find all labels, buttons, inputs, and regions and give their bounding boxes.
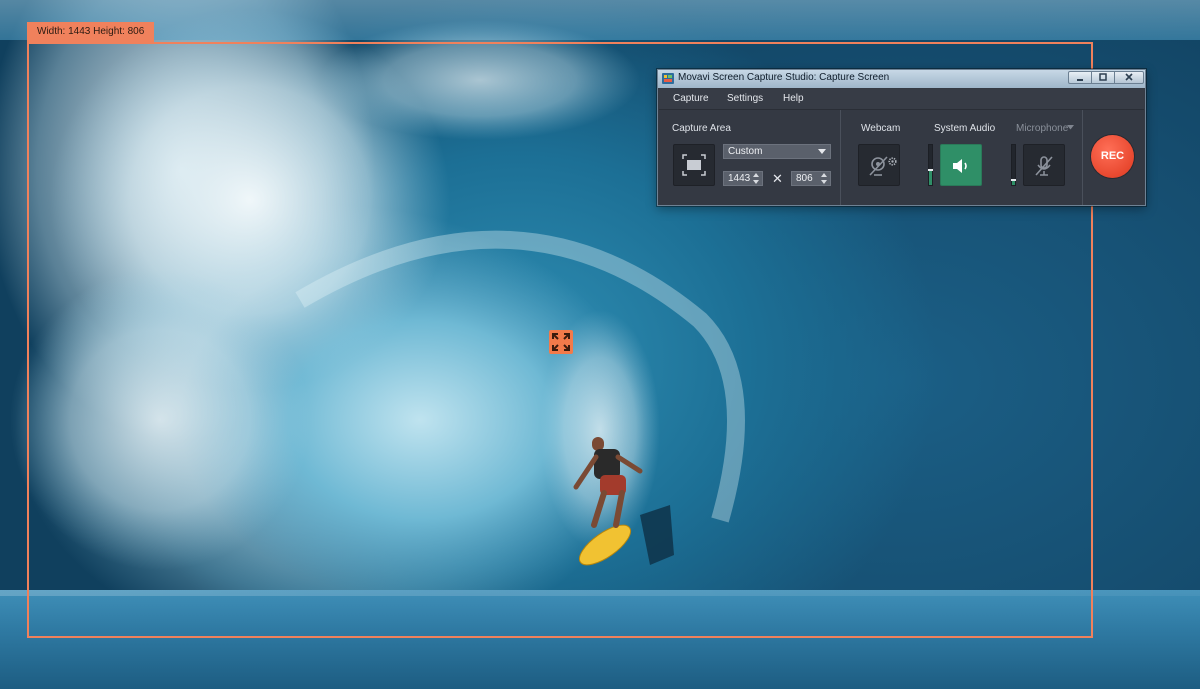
height-input[interactable]: 806	[791, 171, 831, 186]
microphone-level-meter[interactable]	[1011, 144, 1016, 186]
system-audio-volume-knob[interactable]	[928, 169, 933, 171]
spinner-arrows-icon[interactable]	[821, 173, 827, 184]
size-label: Width: 1443 Height: 806	[27, 22, 155, 42]
height-value: 806	[796, 173, 813, 184]
microphone-toggle[interactable]	[1023, 144, 1065, 186]
spinner-arrows-icon[interactable]	[753, 173, 759, 184]
microphone-off-icon	[1035, 156, 1053, 176]
minimize-button[interactable]	[1068, 71, 1092, 84]
title-bar[interactable]: Movavi Screen Capture Studio: Capture Sc…	[658, 70, 1145, 88]
webcam-label: Webcam	[861, 123, 901, 134]
capture-area-button[interactable]	[673, 144, 715, 186]
control-panel: Capture Area Custom 1443 ✕ 806 Webcam Sy…	[659, 110, 1144, 205]
capture-area-label: Capture Area	[672, 123, 731, 134]
system-audio-level-meter[interactable]	[928, 144, 933, 186]
close-button[interactable]	[1114, 71, 1144, 84]
minimize-icon	[1077, 79, 1083, 81]
microphone-label[interactable]: Microphone	[1016, 123, 1068, 134]
system-audio-toggle[interactable]	[940, 144, 982, 186]
dimension-separator: ✕	[772, 171, 783, 186]
menu-help[interactable]: Help	[783, 93, 804, 104]
screen-frame-icon	[682, 154, 706, 176]
window-title: Movavi Screen Capture Studio: Capture Sc…	[678, 72, 890, 83]
area-preset-select[interactable]: Custom	[723, 144, 831, 159]
menu-settings[interactable]: Settings	[727, 93, 763, 104]
webcam-off-icon	[869, 156, 888, 176]
recorder-window: Movavi Screen Capture Studio: Capture Sc…	[657, 69, 1146, 206]
expand-arrows-icon	[552, 333, 570, 351]
chevron-down-icon	[818, 149, 826, 154]
rec-button[interactable]: REC	[1091, 135, 1134, 178]
menu-bar: Capture Settings Help	[659, 89, 1144, 110]
menu-capture[interactable]: Capture	[673, 93, 709, 104]
area-preset-value: Custom	[728, 146, 763, 157]
system-audio-label: System Audio	[934, 123, 996, 134]
move-handle[interactable]	[549, 330, 573, 354]
close-icon	[1125, 73, 1133, 81]
system-audio-level-fill	[929, 171, 932, 185]
app-icon	[662, 73, 674, 84]
webcam-toggle[interactable]	[858, 144, 900, 186]
section-divider	[1082, 110, 1083, 205]
chevron-down-icon[interactable]	[1067, 125, 1074, 130]
maximize-icon	[1099, 73, 1107, 81]
speaker-icon	[953, 159, 967, 173]
maximize-button[interactable]	[1091, 71, 1115, 84]
gear-icon[interactable]	[888, 157, 897, 166]
microphone-level-fill	[1012, 181, 1015, 185]
width-value: 1443	[728, 173, 751, 184]
section-divider	[840, 110, 841, 205]
microphone-volume-knob[interactable]	[1011, 179, 1016, 181]
width-input[interactable]: 1443	[723, 171, 763, 186]
